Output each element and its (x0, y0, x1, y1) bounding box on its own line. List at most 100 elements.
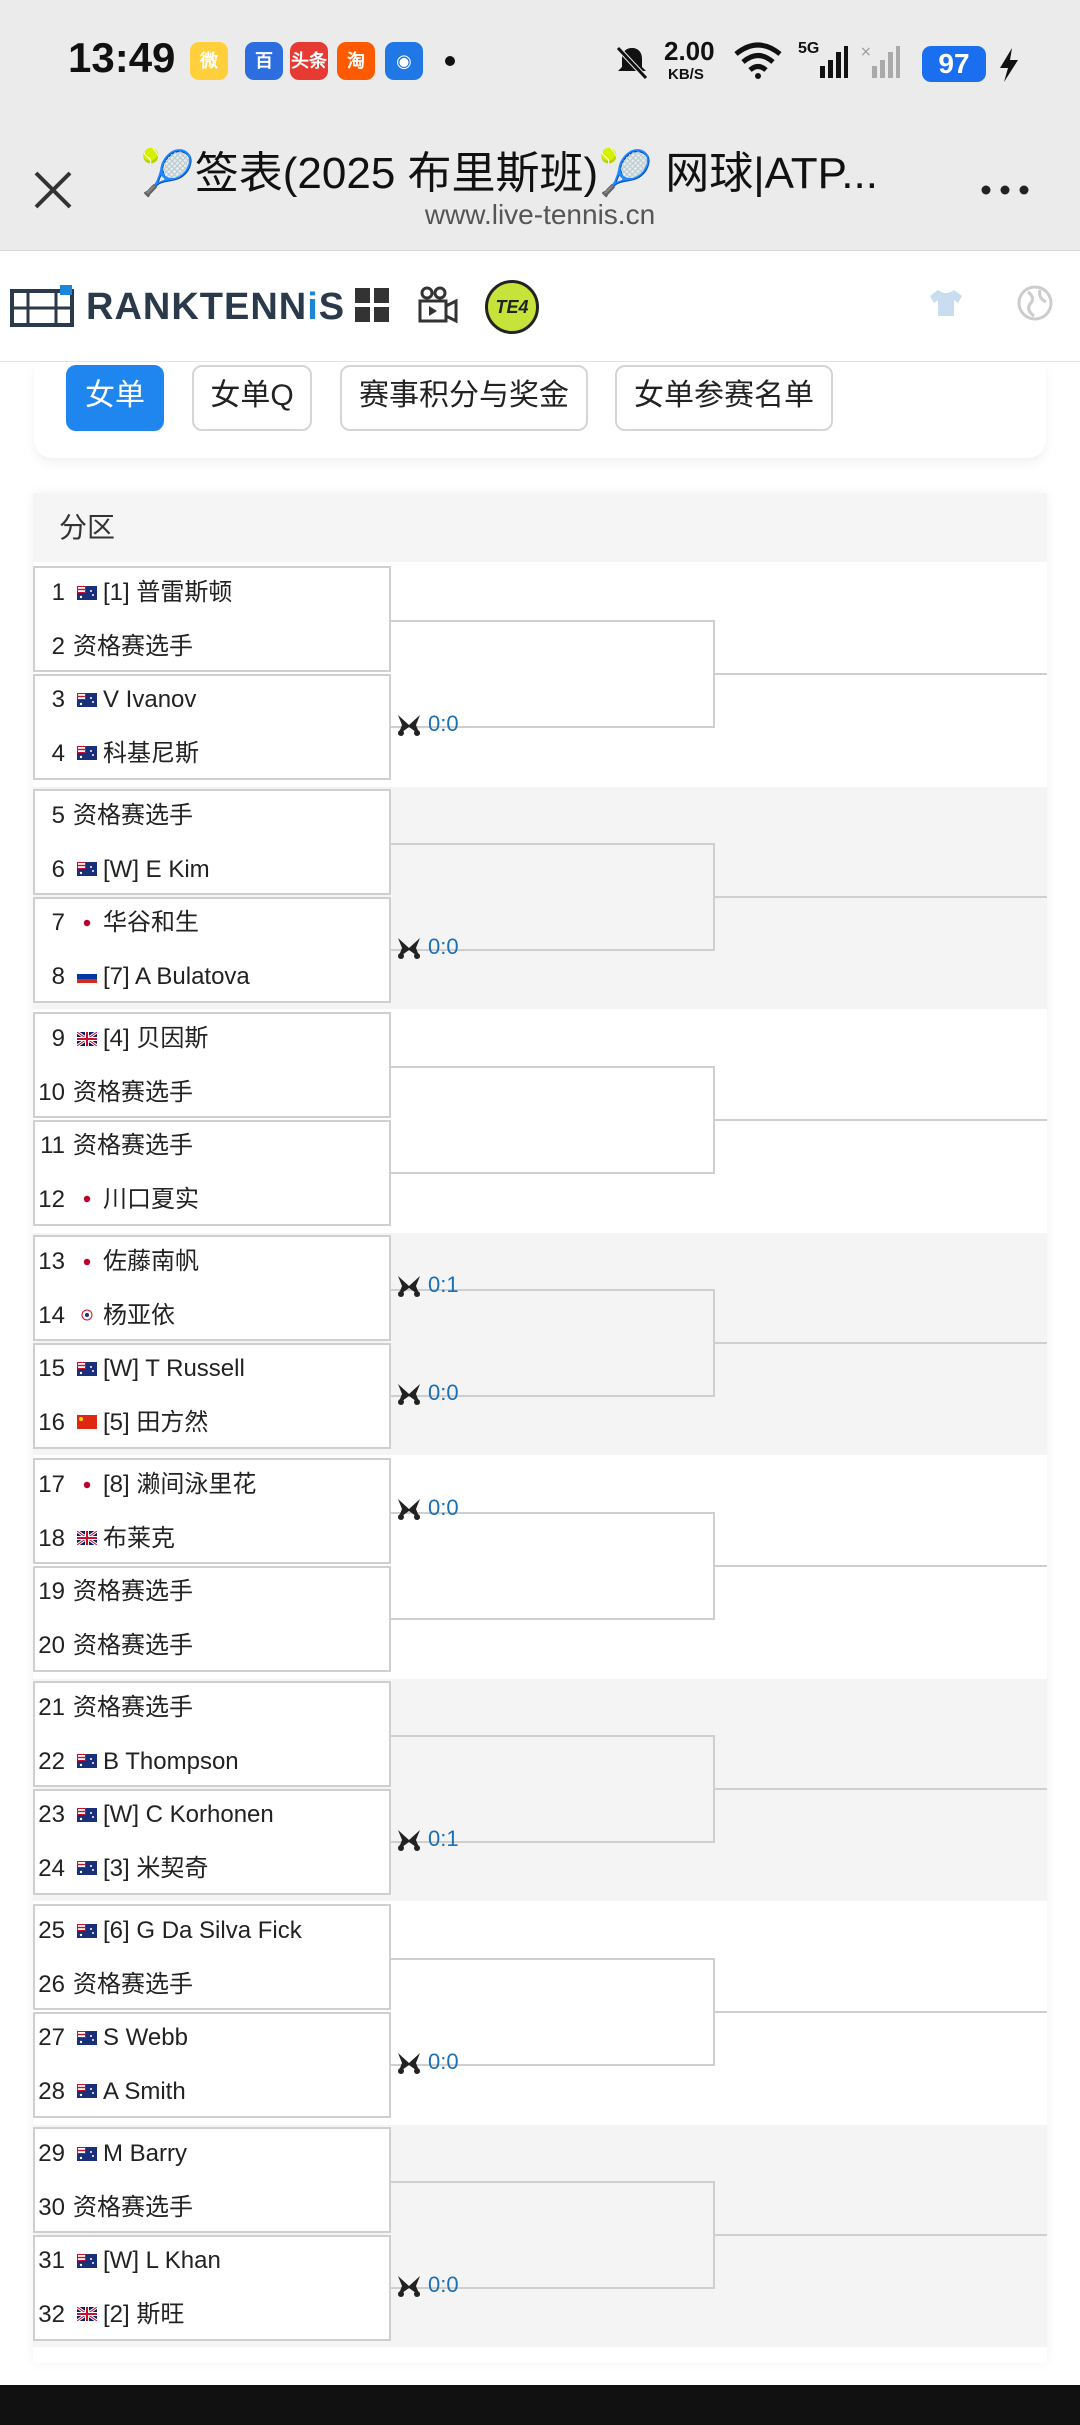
draw-position: 2 (51, 632, 65, 660)
player-entry[interactable]: 19 资格赛选手 (33, 1567, 193, 1617)
player-entry[interactable]: 30 资格赛选手 (33, 2183, 193, 2233)
grid-icon[interactable] (355, 288, 389, 322)
player-entry[interactable]: 21 资格赛选手 (33, 1683, 193, 1733)
player-entry[interactable]: 32 [2] 斯旺 (33, 2290, 184, 2340)
uk-flag-icon (77, 1031, 97, 1046)
draw-position: 32 (38, 2300, 65, 2328)
second-round-match[interactable] (391, 1066, 715, 1174)
player-entry[interactable]: 2 资格赛选手 (33, 622, 193, 672)
player-name: 资格赛选手 (73, 1078, 193, 1106)
player-entry[interactable]: 20 资格赛选手 (33, 1621, 193, 1671)
page-title: 🎾签表(2025 布里斯班)🎾 网球|ATP... (140, 149, 878, 198)
draw-panel: 分区 1 [1] 普雷斯顿 2 资格赛选手 3 V Ivanov 4 科基尼斯 0:0 5 资格赛选… (33, 493, 1047, 2363)
status-time: 13:49 (68, 34, 176, 81)
japan-flag-icon (77, 1477, 97, 1492)
te4-badge[interactable]: TE4 (485, 280, 539, 334)
player-name: 资格赛选手 (73, 1631, 193, 1659)
player-name: 川口夏实 (103, 1185, 199, 1213)
china-flag-icon (77, 1415, 97, 1430)
second-round-match[interactable] (391, 1512, 715, 1620)
draw-position: 5 (51, 802, 65, 829)
player-entry[interactable]: 10 资格赛选手 (33, 1068, 193, 1118)
head-to-head-icon (398, 1276, 420, 1298)
player-entry[interactable]: 13 佐藤南帆 (33, 1237, 199, 1287)
australia-flag-icon (77, 862, 97, 877)
live-score[interactable]: 0:0 (396, 931, 459, 963)
taobao-icon: 淘 (337, 42, 375, 80)
globe-icon[interactable] (1016, 284, 1054, 322)
draw-position: 13 (38, 1248, 65, 1275)
draw-position: 7 (51, 909, 65, 936)
charging-icon (1000, 48, 1018, 82)
player-name: [1] 普雷斯顿 (103, 579, 233, 606)
player-entry[interactable]: 6 [W] E Kim (33, 845, 210, 895)
player-entry[interactable]: 16 [5] 田方然 (33, 1398, 208, 1448)
player-entry[interactable]: 23 [W] C Korhonen (33, 1790, 273, 1840)
ranktennis-logo-icon[interactable] (10, 285, 76, 329)
player-entry[interactable]: 11 资格赛选手 (33, 1121, 193, 1171)
player-name: [W] L Khan (103, 2247, 221, 2274)
tab-0[interactable]: 女单 (66, 365, 164, 431)
player-entry[interactable]: 8 [7] A Bulatova (33, 952, 250, 1002)
player-entry[interactable]: 4 科基尼斯 (33, 729, 199, 779)
live-score[interactable]: 0:0 (396, 1377, 459, 1409)
player-entry[interactable]: 7 华谷和生 (33, 898, 199, 948)
score-text: 0:0 (428, 1495, 459, 1520)
draw-position: 11 (40, 1132, 65, 1159)
player-entry[interactable]: 25 [6] G Da Silva Fick (33, 1906, 301, 1956)
player-name: [2] 斯旺 (103, 2300, 185, 2328)
score-text: 0:1 (428, 1272, 459, 1297)
tab-2[interactable]: 赛事积分与奖金 (340, 365, 588, 431)
player-entry[interactable]: 18 布莱克 (33, 1514, 175, 1564)
player-entry[interactable]: 5 资格赛选手 (33, 791, 193, 841)
draw-position: 10 (38, 1078, 65, 1106)
uk-flag-icon (77, 2307, 97, 2322)
australia-flag-icon (77, 1361, 97, 1376)
player-entry[interactable]: 17 [8] 濑间泳里花 (33, 1460, 256, 1510)
draw-position: 29 (38, 2140, 65, 2167)
player-entry[interactable]: 31 [W] L Khan (33, 2236, 221, 2286)
wifi-icon (734, 42, 782, 79)
player-entry[interactable]: 15 [W] T Russell (33, 1344, 245, 1394)
draw-position: 18 (38, 1524, 65, 1552)
quarterfinal-connector (715, 896, 1047, 898)
shirt-icon[interactable] (928, 288, 964, 318)
toutiao-icon: 头条 (290, 42, 328, 80)
draw-position: 9 (51, 1025, 65, 1052)
live-score[interactable]: 0:0 (396, 2046, 459, 2078)
player-entry[interactable]: 3 V Ivanov (33, 675, 197, 725)
score-text: 0:0 (428, 2049, 459, 2074)
live-score[interactable]: 0:1 (396, 1269, 459, 1301)
live-score[interactable]: 0:0 (396, 2269, 459, 2301)
tab-3[interactable]: 女单参赛名单 (615, 365, 833, 431)
draw-position: 27 (38, 2024, 65, 2051)
head-to-head-icon (398, 2053, 420, 2075)
live-score[interactable]: 0:0 (396, 1492, 459, 1524)
player-entry[interactable]: 14 杨亚依 (33, 1291, 175, 1341)
live-score[interactable]: 0:1 (396, 1823, 459, 1855)
player-entry[interactable]: 24 [3] 米契奇 (33, 1844, 208, 1894)
player-name: [4] 贝因斯 (103, 1025, 209, 1052)
australia-flag-icon (77, 1807, 97, 1822)
ranktennis-wordmark[interactable]: RANKTENNiS (86, 286, 345, 329)
more-icon[interactable] (980, 183, 1030, 197)
player-entry[interactable]: 12 川口夏实 (33, 1175, 199, 1225)
player-entry[interactable]: 22 B Thompson (33, 1737, 238, 1787)
player-entry[interactable]: 26 资格赛选手 (33, 1960, 193, 2010)
video-icon[interactable] (418, 286, 458, 324)
australia-flag-icon (77, 2253, 97, 2268)
net-speed-unit: KB/S (668, 66, 704, 83)
head-to-head-icon (398, 715, 420, 737)
australia-flag-icon (77, 1861, 97, 1876)
tab-1[interactable]: 女单Q (192, 365, 312, 431)
section-heading: 分区 (33, 493, 1047, 562)
player-entry[interactable]: 1 [1] 普雷斯顿 (33, 568, 233, 618)
player-name: [3] 米契奇 (103, 1854, 209, 1882)
player-name: 资格赛选手 (73, 1970, 193, 1998)
status-bar: 13:49 微百头条淘 ◉ 2.00 KB/S 5G × 97 (0, 0, 1080, 125)
player-entry[interactable]: 9 [4] 贝因斯 (33, 1014, 209, 1064)
player-entry[interactable]: 29 M Barry (33, 2129, 187, 2179)
player-entry[interactable]: 27 S Webb (33, 2013, 188, 2063)
player-entry[interactable]: 28 A Smith (33, 2067, 185, 2117)
live-score[interactable]: 0:0 (396, 708, 459, 740)
